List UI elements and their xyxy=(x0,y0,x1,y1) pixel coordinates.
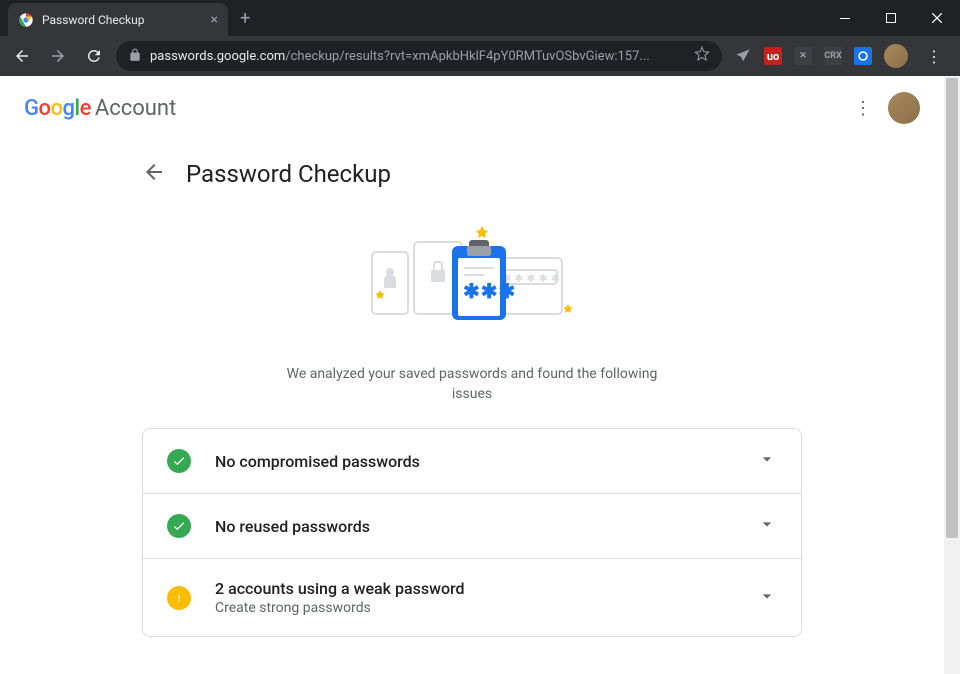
url-text: passwords.google.com/checkup/results?rvt… xyxy=(150,49,686,64)
page-title: Password Checkup xyxy=(186,160,391,188)
bookmark-icon[interactable] xyxy=(694,46,710,66)
browser-tab[interactable]: Password Checkup × xyxy=(8,3,228,37)
results-list: No compromised passwords No reused passw… xyxy=(142,428,802,637)
result-row-weak[interactable]: 2 accounts using a weak password Create … xyxy=(143,559,801,636)
tab-close-icon[interactable]: × xyxy=(211,12,218,28)
minimize-button[interactable] xyxy=(822,2,868,34)
close-window-button[interactable] xyxy=(914,2,960,34)
check-icon xyxy=(167,449,191,473)
back-arrow-icon[interactable] xyxy=(142,160,166,188)
extension-icon-1[interactable] xyxy=(734,47,752,65)
chevron-down-icon xyxy=(757,586,777,610)
result-row-reused[interactable]: No reused passwords xyxy=(143,494,801,559)
address-bar[interactable]: passwords.google.com/checkup/results?rvt… xyxy=(116,41,722,71)
new-tab-button[interactable]: + xyxy=(240,8,250,29)
browser-menu-icon[interactable]: ⋮ xyxy=(920,47,948,66)
scrollbar-thumb[interactable] xyxy=(946,78,958,538)
window-controls xyxy=(822,2,960,34)
chevron-down-icon xyxy=(757,449,777,473)
result-subtitle: Create strong passwords xyxy=(215,600,757,616)
scrollbar[interactable] xyxy=(944,76,960,674)
warning-icon xyxy=(167,586,191,610)
page-viewport: Google Account ⋮ Password Checkup xyxy=(0,76,960,674)
chevron-down-icon xyxy=(757,514,777,538)
extension-icons: uo ✕ CRX ⋮ xyxy=(730,44,952,68)
result-title: No reused passwords xyxy=(215,517,757,536)
back-button[interactable] xyxy=(8,42,36,70)
tab-title: Password Checkup xyxy=(42,13,203,27)
google-logo[interactable]: Google xyxy=(24,96,91,121)
extension-icon-crx[interactable]: CRX xyxy=(824,47,842,65)
extension-icon-3[interactable]: ✕ xyxy=(794,47,812,65)
hero-text: We analyzed your saved passwords and fou… xyxy=(272,364,672,404)
hero-section: ✱✱✱✱✱ ✱✱✱ We analyzed your saved passwor… xyxy=(142,218,802,404)
titlebar: Password Checkup × + xyxy=(0,0,960,36)
page-title-row: Password Checkup xyxy=(142,140,802,218)
browser-toolbar: passwords.google.com/checkup/results?rvt… xyxy=(0,36,960,76)
maximize-button[interactable] xyxy=(868,2,914,34)
browser-chrome: Password Checkup × + passwords.google.co… xyxy=(0,0,960,76)
result-row-compromised[interactable]: No compromised passwords xyxy=(143,429,801,494)
profile-avatar[interactable] xyxy=(888,92,920,124)
account-label: Account xyxy=(95,96,176,121)
tab-favicon xyxy=(18,12,34,28)
hero-illustration: ✱✱✱✱✱ ✱✱✱ xyxy=(352,218,592,348)
lock-icon xyxy=(128,47,142,66)
profile-avatar-toolbar[interactable] xyxy=(884,44,908,68)
extension-icon-5[interactable] xyxy=(854,47,872,65)
check-icon xyxy=(167,514,191,538)
extension-icon-ublock[interactable]: uo xyxy=(764,47,782,65)
svg-text:✱✱✱: ✱✱✱ xyxy=(463,279,516,303)
result-title: No compromised passwords xyxy=(215,452,757,471)
forward-button[interactable] xyxy=(44,42,72,70)
result-title: 2 accounts using a weak password xyxy=(215,579,757,598)
main-content: Password Checkup ✱✱✱✱✱ xyxy=(122,140,822,637)
app-menu-icon[interactable]: ⋮ xyxy=(854,98,872,119)
reload-button[interactable] xyxy=(80,42,108,70)
app-header: Google Account ⋮ xyxy=(0,76,944,140)
